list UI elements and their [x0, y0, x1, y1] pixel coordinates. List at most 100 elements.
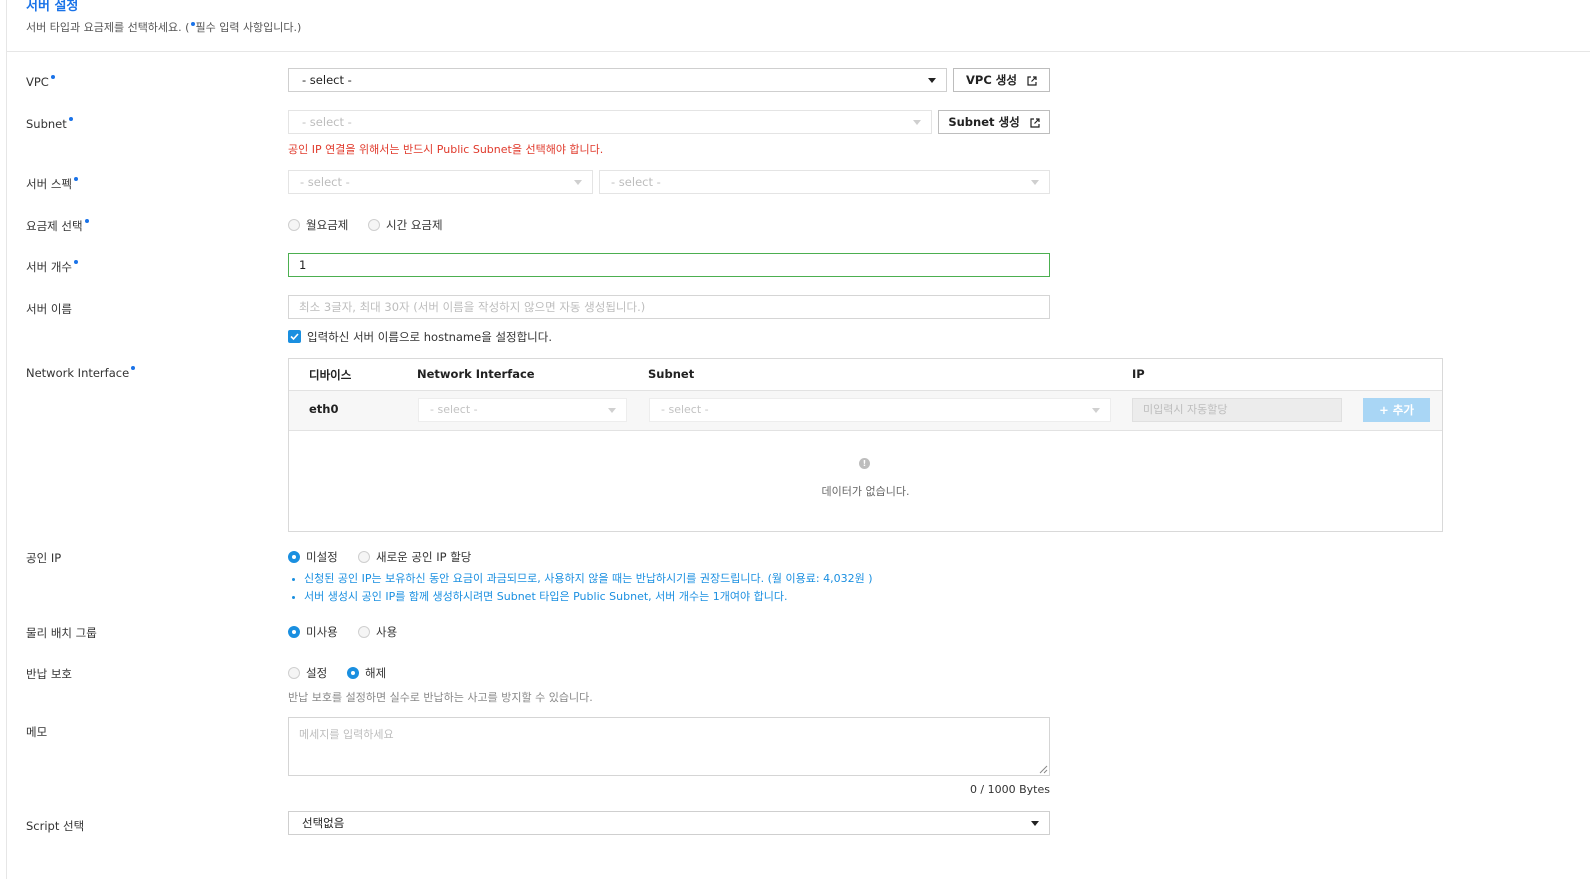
server-name-input[interactable]: 최소 3글자, 최대 30자 (서버 이름을 작성하지 않으면 자동 생성됩니다…: [288, 295, 1050, 319]
chevron-down-icon: [913, 120, 921, 125]
radio-circle: [288, 667, 300, 679]
subnet-label: Subnet: [26, 116, 73, 132]
radio-circle-selected: [347, 667, 359, 679]
script-select[interactable]: 선택없음: [288, 811, 1050, 835]
column-header-subnet: Subnet: [648, 367, 695, 381]
subnet-select[interactable]: - select -: [288, 110, 932, 134]
server-spec-label-text: 서버 스펙: [26, 177, 72, 191]
server-count-input[interactable]: 1: [288, 253, 1050, 277]
vpc-label: VPC: [26, 74, 55, 90]
memo-textarea[interactable]: 메세지를 입력하세요: [288, 717, 1050, 776]
return-protect-set-radio[interactable]: 설정: [288, 665, 327, 681]
network-interface-table: 디바이스 Network Interface Subnet IP eth0 - …: [288, 358, 1443, 532]
public-ip-new-radio[interactable]: 새로운 공인 IP 할당: [358, 549, 471, 565]
pricing-monthly-radio[interactable]: 월요금제: [288, 217, 348, 233]
public-ip-label: 공인 IP: [26, 551, 62, 565]
section-header: 서버 설정 서버 타입과 요금제를 선택하세요. (필수 입력 사항입니다.): [26, 0, 301, 35]
server-spec-select-1-value: - select -: [300, 175, 350, 189]
required-dot-icon: [73, 177, 78, 181]
ip-input[interactable]: 미입력시 자동할당: [1132, 398, 1342, 422]
radio-circle: [358, 551, 370, 563]
check-icon: [290, 333, 299, 341]
public-ip-none-radio[interactable]: 미설정: [288, 549, 338, 565]
server-settings-page: 서버 설정 서버 타입과 요금제를 선택하세요. (필수 입력 사항입니다.) …: [0, 0, 1590, 879]
radio-circle: [358, 626, 370, 638]
device-cell: eth0: [309, 402, 339, 416]
empty-text: 데이터가 없습니다.: [821, 485, 910, 498]
hostname-checkbox[interactable]: 입력하신 서버 이름으로 hostname을 설정합니다.: [288, 329, 552, 345]
radio-circle-selected: [288, 551, 300, 563]
subnet-create-label: Subnet 생성: [948, 115, 1020, 129]
radio-circle: [368, 219, 380, 231]
column-header-ip: IP: [1132, 367, 1145, 381]
required-dot-icon: [50, 75, 55, 79]
return-protect-note: 반납 보호를 설정하면 실수로 반납하는 사고를 방지할 수 있습니다.: [288, 691, 593, 704]
server-spec-label: 서버 스펙: [26, 176, 78, 192]
pricing-label: 요금제 선택: [26, 218, 89, 234]
column-header-network-interface: Network Interface: [417, 367, 535, 381]
pricing-hourly-radio[interactable]: 시간 요금제: [368, 217, 443, 233]
row-subnet-select-value: - select -: [661, 403, 709, 416]
table-row: eth0 - select - - select - 미입력시 자동할당 + 추…: [289, 390, 1442, 431]
required-dot-icon: [84, 219, 89, 223]
server-count-label-text: 서버 개수: [26, 260, 72, 274]
physical-group-used-radio[interactable]: 사용: [358, 624, 397, 640]
column-header-device: 디바이스: [309, 368, 352, 382]
pricing-label-text: 요금제 선택: [26, 219, 83, 233]
chevron-down-icon: [1031, 821, 1039, 826]
row-subnet-select[interactable]: - select -: [649, 398, 1111, 422]
subnet-select-value: - select -: [302, 115, 352, 129]
public-ip-none-label: 미설정: [306, 550, 338, 564]
vpc-create-label: VPC 생성: [966, 73, 1017, 87]
memo-placeholder: 메세지를 입력하세요: [299, 728, 394, 741]
vpc-label-text: VPC: [26, 75, 49, 89]
physical-group-unused-label: 미사용: [306, 625, 338, 639]
required-dot-icon: [73, 260, 78, 264]
pricing-monthly-label: 월요금제: [306, 218, 349, 232]
return-protect-set-label: 설정: [306, 666, 328, 680]
server-count-label: 서버 개수: [26, 259, 78, 275]
server-name-label: 서버 이름: [26, 302, 72, 316]
public-ip-info-1: 신청된 공인 IP는 보유하신 동안 요금이 과금되므로, 사용하지 않을 때는…: [292, 572, 873, 586]
pricing-hourly-label: 시간 요금제: [386, 218, 443, 232]
chevron-down-icon: [1031, 180, 1039, 185]
return-protect-label: 반납 보호: [26, 667, 72, 681]
server-spec-select-1[interactable]: - select -: [288, 170, 593, 194]
left-border: [6, 0, 7, 879]
network-interface-select[interactable]: - select -: [418, 398, 627, 422]
vpc-create-button[interactable]: VPC 생성: [953, 68, 1050, 92]
resize-handle-icon[interactable]: [1039, 765, 1048, 774]
return-protect-release-label: 해제: [365, 666, 387, 680]
chevron-down-icon: [928, 78, 936, 83]
physical-group-unused-radio[interactable]: 미사용: [288, 624, 338, 640]
network-interface-label-text: Network Interface: [26, 366, 130, 380]
server-spec-select-2-value: - select -: [611, 175, 661, 189]
section-description: 서버 타입과 요금제를 선택하세요. (필수 입력 사항입니다.): [26, 21, 301, 35]
chevron-down-icon: [608, 408, 616, 413]
section-title: 서버 설정: [26, 0, 79, 14]
physical-group-used-label: 사용: [376, 625, 398, 639]
add-button[interactable]: + 추가: [1363, 398, 1430, 422]
physical-group-label: 물리 배치 그룹: [26, 626, 97, 640]
server-spec-select-2[interactable]: - select -: [599, 170, 1050, 194]
network-interface-label: Network Interface: [26, 365, 136, 381]
required-dot-icon: [68, 117, 73, 121]
chevron-down-icon: [574, 180, 582, 185]
script-select-value: 선택없음: [302, 816, 345, 830]
radio-circle: [288, 219, 300, 231]
hostname-checkbox-label: 입력하신 서버 이름으로 hostname을 설정합니다.: [307, 330, 552, 344]
vpc-select[interactable]: - select -: [288, 68, 947, 92]
chevron-down-icon: [1092, 408, 1100, 413]
info-icon: !: [859, 458, 870, 469]
required-dot-icon: [131, 366, 136, 370]
memo-counter: 0 / 1000 Bytes: [969, 783, 1050, 796]
script-label: Script 선택: [26, 819, 85, 833]
subnet-create-button[interactable]: Subnet 생성: [938, 110, 1050, 134]
external-link-icon: [1027, 75, 1037, 86]
return-protect-release-radio[interactable]: 해제: [347, 665, 386, 681]
subnet-warning: 공인 IP 연결을 위해서는 반드시 Public Subnet을 선택해야 합…: [288, 143, 604, 156]
vpc-select-value: - select -: [302, 73, 352, 87]
subnet-label-text: Subnet: [26, 117, 67, 131]
radio-circle-selected: [288, 626, 300, 638]
desc-prefix: 서버 타입과 요금제를 선택하세요. (: [26, 21, 190, 34]
